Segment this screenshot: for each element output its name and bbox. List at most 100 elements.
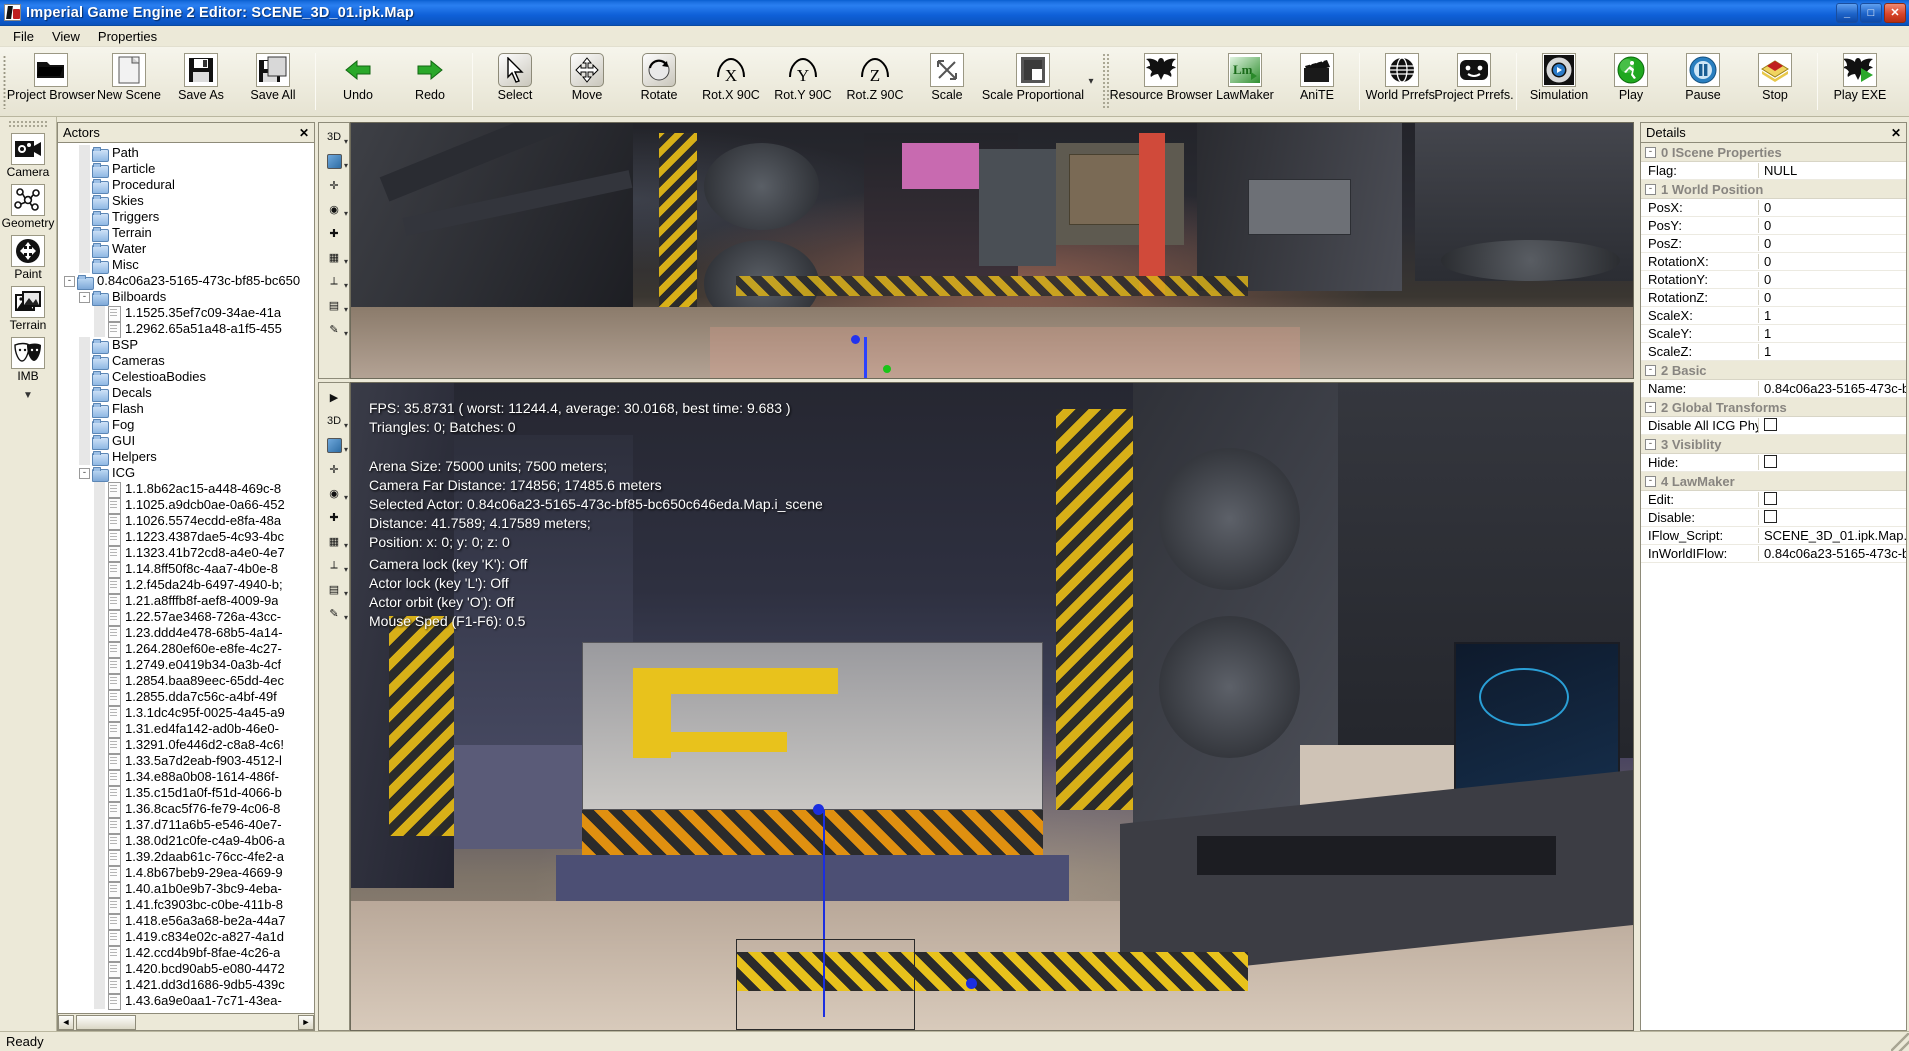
grid-icon[interactable]: ▦ xyxy=(320,246,348,268)
tree-expander-toggle[interactable]: - xyxy=(64,276,75,287)
tree-item[interactable]: 1.1323.41b72cd8-a4e0-4e7 xyxy=(58,545,314,561)
play-icon[interactable]: ▶ xyxy=(320,386,348,408)
toolbar-button-project-browser[interactable]: Project Browser xyxy=(9,47,93,116)
tree-item[interactable]: 1.420.bcd90ab5-e080-4472 xyxy=(58,961,314,977)
tree-item[interactable]: 1.31.ed4fa142-ad0b-46e0- xyxy=(58,721,314,737)
layers-icon-bottom[interactable]: ▤ xyxy=(320,578,348,600)
property-value[interactable]: 0 xyxy=(1759,290,1906,305)
rail-item-camera[interactable]: Camera xyxy=(1,133,56,180)
tree-item[interactable]: 1.3.1dc4c95f-0025-4a45-a9 xyxy=(58,705,314,721)
toolbar-button-play[interactable]: Play xyxy=(1595,47,1667,116)
tree-item[interactable]: 1.2855.dda7c56c-a4bf-49f xyxy=(58,689,314,705)
property-value[interactable] xyxy=(1759,418,1906,434)
toolbar-button-lawmaker[interactable]: LmLawMaker xyxy=(1209,47,1281,116)
category-collapse-toggle[interactable]: - xyxy=(1645,439,1656,450)
add-icon-bottom[interactable]: ✚ xyxy=(320,506,348,528)
maximize-button[interactable]: □ xyxy=(1860,3,1882,23)
details-category[interactable]: -0 IScene Properties xyxy=(1641,143,1906,162)
tree-item[interactable]: Flash xyxy=(58,401,314,417)
tree-item[interactable]: Misc xyxy=(58,257,314,273)
tree-item[interactable]: Procedural xyxy=(58,177,314,193)
tree-item[interactable]: BSP xyxy=(58,337,314,353)
eye-icon[interactable]: ◉ xyxy=(320,198,348,220)
toolbar-button-build[interactable]: Build xyxy=(1896,47,1909,116)
toolbar-button-rotate[interactable]: Rotate xyxy=(623,47,695,116)
tree-item[interactable]: 1.1025.a9dcb0ae-0a66-452 xyxy=(58,497,314,513)
toolbar-button-resource-browser[interactable]: Resource Browser xyxy=(1113,47,1209,116)
viewport-bottom-canvas[interactable]: FPS: 35.8731 ( worst: 11244.4, average: … xyxy=(350,382,1634,1031)
tree-item[interactable]: 1.22.57ae3468-726a-43cc- xyxy=(58,609,314,625)
tree-item[interactable]: Water xyxy=(58,241,314,257)
tree-item[interactable]: 1.40.a1b0e9b7-3bc9-4eba- xyxy=(58,881,314,897)
tree-item[interactable]: 1.421.dd3d1686-9db5-439c xyxy=(58,977,314,993)
rail-item-paint[interactable]: Paint xyxy=(1,235,56,282)
details-category[interactable]: -3 Visiblity xyxy=(1641,435,1906,454)
rail-overflow-chevron-icon[interactable]: ▼ xyxy=(23,390,33,401)
toolbar-button-select[interactable]: Select xyxy=(479,47,551,116)
toolbar-button-save-all[interactable]: Save All xyxy=(237,47,309,116)
tree-item[interactable]: 1.33.5a7d2eab-f903-4512-l xyxy=(58,753,314,769)
tree-item[interactable]: 1.34.e88a0b08-1614-486f- xyxy=(58,769,314,785)
actors-tree[interactable]: PathParticleProceduralSkiesTriggersTerra… xyxy=(57,142,315,1014)
viewport-mode-selector[interactable]: 3D xyxy=(320,126,348,148)
tree-item[interactable]: 1.35.c15d1a0f-f51d-4066-b xyxy=(58,785,314,801)
toolbar-button-rot-x-90c[interactable]: XRot.X 90C xyxy=(695,47,767,116)
rail-grip[interactable] xyxy=(8,120,48,129)
tree-expander-toggle[interactable]: - xyxy=(79,292,90,303)
tree-item[interactable]: 1.1026.5574ecdd-e8fa-48a xyxy=(58,513,314,529)
brush-icon-bottom[interactable]: ✎ xyxy=(320,602,348,624)
tree-item[interactable]: 1.23.ddd4e478-68b5-4a14- xyxy=(58,625,314,641)
tree-item[interactable]: -ICG xyxy=(58,465,314,481)
tree-item[interactable]: Decals xyxy=(58,385,314,401)
viewport-mode-selector-bottom[interactable]: 3D xyxy=(320,410,348,432)
rail-item-terrain[interactable]: Terrain xyxy=(1,286,56,333)
rail-item-imb[interactable]: IMB xyxy=(1,337,56,384)
property-value[interactable]: 0 xyxy=(1759,218,1906,233)
resize-grip-icon[interactable] xyxy=(1891,1033,1909,1051)
toolbar-button-redo[interactable]: Redo xyxy=(394,47,466,116)
toolbar-button-move[interactable]: Move xyxy=(551,47,623,116)
tree-item[interactable]: Terrain xyxy=(58,225,314,241)
property-value[interactable]: NULL xyxy=(1759,163,1906,178)
category-collapse-toggle[interactable]: - xyxy=(1645,184,1656,195)
details-category[interactable]: -4 LawMaker xyxy=(1641,472,1906,491)
tree-item[interactable]: 1.36.8cac5f76-fe79-4c06-8 xyxy=(58,801,314,817)
toolbar-button-simulation[interactable]: Simulation xyxy=(1523,47,1595,116)
toolbar-button-rot-z-90c[interactable]: ZRot.Z 90C xyxy=(839,47,911,116)
crosshair-icon[interactable]: ✛ xyxy=(320,174,348,196)
property-value[interactable]: 0.84c06a23-5165-473c-b xyxy=(1759,546,1906,561)
menu-item-view[interactable]: View xyxy=(43,27,89,46)
actors-close-icon[interactable]: ✕ xyxy=(299,126,309,140)
details-category[interactable]: -1 World Position xyxy=(1641,180,1906,199)
tree-item[interactable]: 1.43.6a9e0aa1-7c71-43ea- xyxy=(58,993,314,1009)
tree-item[interactable]: 1.3291.0fe446d2-c8a8-4c6! xyxy=(58,737,314,753)
tree-item[interactable]: 1.1.8b62ac15-a448-469c-8 xyxy=(58,481,314,497)
category-collapse-toggle[interactable]: - xyxy=(1645,402,1656,413)
layers-icon[interactable]: ▤ xyxy=(320,294,348,316)
tree-item[interactable]: 1.2749.e0419b34-0a3b-4cf xyxy=(58,657,314,673)
property-value[interactable]: 0 xyxy=(1759,272,1906,287)
axis-icon-bottom[interactable]: ⟂ xyxy=(320,554,348,576)
property-value[interactable]: 0 xyxy=(1759,200,1906,215)
tree-item[interactable]: -Bilboards xyxy=(58,289,314,305)
property-value[interactable]: 1 xyxy=(1759,344,1906,359)
tree-item[interactable]: 1.1223.4387dae5-4c93-4bc xyxy=(58,529,314,545)
rail-item-geometry[interactable]: Geometry xyxy=(1,184,56,231)
tree-item[interactable]: 1.4.8b67beb9-29ea-4669-9 xyxy=(58,865,314,881)
tree-item[interactable]: 1.21.a8fffb8f-aef8-4009-9a xyxy=(58,593,314,609)
details-property-grid[interactable]: -0 IScene PropertiesFlag:NULL-1 World Po… xyxy=(1640,142,1907,1031)
tree-item[interactable]: 1.418.e56a3a68-be2a-44a7 xyxy=(58,913,314,929)
toolbar-button-new-scene[interactable]: New Scene xyxy=(93,47,165,116)
details-close-icon[interactable]: ✕ xyxy=(1891,126,1901,140)
property-value[interactable]: 1 xyxy=(1759,326,1906,341)
toolbar-button-world-prrefs[interactable]: World Prrefs. xyxy=(1366,47,1438,116)
toolbar-button-project-prrefs[interactable]: Project Prrefs. xyxy=(1438,47,1510,116)
tree-item[interactable]: -0.84c06a23-5165-473c-bf85-bc650 xyxy=(58,273,314,289)
crosshair-icon-bottom[interactable]: ✛ xyxy=(320,458,348,480)
tree-item[interactable]: Path xyxy=(58,145,314,161)
category-collapse-toggle[interactable]: - xyxy=(1645,476,1656,487)
tree-item[interactable]: 1.38.0d21c0fe-c4a9-4b06-a xyxy=(58,833,314,849)
brush-icon[interactable]: ✎ xyxy=(320,318,348,340)
toolbar-overflow-chevron-down-icon[interactable]: ▾ xyxy=(1083,47,1099,116)
property-value[interactable]: 0.84c06a23-5165-473c-b xyxy=(1759,381,1906,396)
